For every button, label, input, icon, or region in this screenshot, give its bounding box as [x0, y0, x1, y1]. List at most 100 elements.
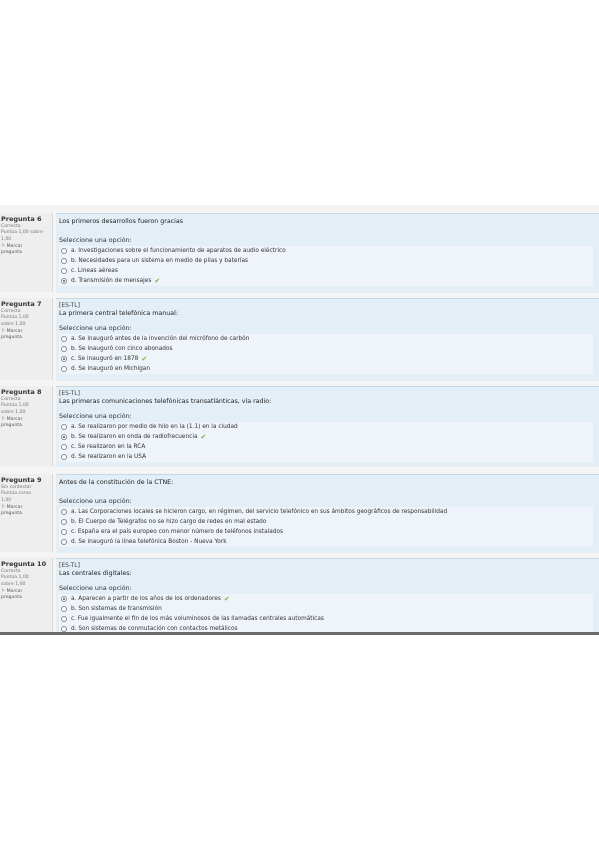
- question-content: [ES-TL] Las primeras comunicaciones tele…: [56, 386, 599, 467]
- answer-prompt: Seleccione una opción:: [59, 413, 132, 420]
- answer-option[interactable]: d. Transmisión de mensajes ✔: [59, 276, 593, 286]
- answer-option[interactable]: d. Se inauguró la línea telefónica Bosto…: [59, 537, 593, 547]
- question-grade-max: 1,00: [1, 497, 12, 503]
- question-text: Las centrales digitales:: [59, 570, 132, 577]
- flag-question-link[interactable]: ⚐ Marcar pregunta: [1, 329, 52, 340]
- question-state: Sin contestar: [1, 485, 32, 490]
- answer-option[interactable]: b. El Cuerpo de Telégrafos no se hizo ca…: [59, 517, 593, 527]
- question-7: Pregunta 7 Correcta Puntúa 1,00 sobre 1,…: [0, 298, 599, 381]
- question-info: Pregunta 9 Sin contestar Puntúa como 1,0…: [0, 474, 53, 552]
- radio-button-selected[interactable]: [61, 278, 67, 284]
- question-6: Pregunta 6 Correcta Puntúa 1,00 sobre 1,…: [0, 213, 599, 293]
- question-info: Pregunta 10 Correcta Puntúa 1,00 sobre 1…: [0, 558, 53, 635]
- radio-button[interactable]: [61, 336, 67, 342]
- answer-option[interactable]: c. Se realizaron en la RCA: [59, 442, 593, 452]
- question-content: Antes de la constitución de la CTNE: Sel…: [56, 474, 599, 553]
- question-content: [ES-TL] Las centrales digitales: Selecci…: [56, 558, 599, 635]
- question-info: Pregunta 7 Correcta Puntúa 1,00 sobre 1,…: [0, 298, 53, 380]
- radio-button[interactable]: [61, 268, 67, 274]
- radio-button[interactable]: [61, 424, 67, 430]
- answer-options: a. Investigaciones sobre el funcionamien…: [59, 246, 593, 286]
- flag-question-link[interactable]: ⚐ Marcar pregunta: [1, 417, 52, 428]
- question-number: Pregunta 10: [1, 560, 47, 568]
- question-number: Pregunta 8: [1, 388, 42, 396]
- question-info: Pregunta 8 Correcta Puntúa 1,00 sobre 1,…: [0, 386, 53, 466]
- question-grade-max: sobre 1,00: [1, 409, 26, 415]
- answer-option[interactable]: d. Se inauguró en Michigan: [59, 364, 593, 374]
- question-info: Pregunta 6 Correcta Puntúa 1,00 sobre 1,…: [0, 213, 53, 292]
- question-grade-max: sobre 1,00: [1, 581, 26, 587]
- question-tag: [ES-TL]: [59, 302, 80, 309]
- answer-option[interactable]: a. Se realizaron por medio de hilo en la…: [59, 422, 593, 432]
- radio-button[interactable]: [61, 606, 67, 612]
- answer-option[interactable]: b. Necesidades para un sistema en medio …: [59, 256, 593, 266]
- question-content: [ES-TL] La primera central telefónica ma…: [56, 298, 599, 381]
- question-10: Pregunta 10 Correcta Puntúa 1,00 sobre 1…: [0, 558, 599, 635]
- question-content: Los primeros desarrollos fueron gracias …: [56, 213, 599, 293]
- question-grade: Puntúa como: [1, 491, 32, 497]
- correct-check-icon: ✔: [200, 433, 207, 441]
- radio-button-selected[interactable]: [61, 596, 67, 602]
- radio-button[interactable]: [61, 248, 67, 254]
- question-grade: Puntúa 1,00: [1, 575, 29, 581]
- question-tag: [ES-TL]: [59, 390, 80, 397]
- radio-button[interactable]: [61, 616, 67, 622]
- flag-icon: ⚐: [1, 329, 6, 335]
- correct-check-icon: ✔: [223, 595, 230, 603]
- radio-button[interactable]: [61, 509, 67, 515]
- answer-option[interactable]: b. Son sistemas de transmisión: [59, 604, 593, 614]
- radio-button[interactable]: [61, 366, 67, 372]
- question-number: Pregunta 9: [1, 476, 42, 484]
- answer-option[interactable]: b. Se inauguró con cinco abonados: [59, 344, 593, 354]
- question-grade: Puntúa 1,00: [1, 403, 29, 409]
- answer-prompt: Seleccione una opción:: [59, 585, 132, 592]
- answer-options: a. Aparecen a partir de los años de los …: [59, 594, 593, 634]
- flag-question-link[interactable]: ⚐ Marcar pregunta: [1, 589, 52, 600]
- answer-option[interactable]: c. España era el país europeo con menor …: [59, 527, 593, 537]
- answer-option[interactable]: a. Investigaciones sobre el funcionamien…: [59, 246, 593, 256]
- flag-icon: ⚐: [1, 589, 6, 595]
- question-state: Correcta: [1, 569, 21, 574]
- answer-option[interactable]: a. Aparecen a partir de los años de los …: [59, 594, 593, 604]
- radio-button[interactable]: [61, 519, 67, 525]
- scanned-quiz-review: Pregunta 6 Correcta Puntúa 1,00 sobre 1,…: [0, 205, 599, 635]
- radio-button[interactable]: [61, 539, 67, 545]
- radio-button[interactable]: [61, 444, 67, 450]
- question-text: Las primeras comunicaciones telefónicas …: [59, 398, 272, 405]
- flag-question-link[interactable]: ⚐ Marcar pregunta: [1, 244, 52, 255]
- flag-icon: ⚐: [1, 244, 6, 250]
- answer-option[interactable]: c. Lineas aéreas: [59, 266, 593, 276]
- answer-options: a. Las Corporaciones locales se hicieron…: [59, 507, 593, 547]
- question-grade: Puntúa 1,00 sobre: [1, 230, 43, 236]
- radio-button[interactable]: [61, 454, 67, 460]
- question-9: Pregunta 9 Sin contestar Puntúa como 1,0…: [0, 474, 599, 553]
- radio-button[interactable]: [61, 529, 67, 535]
- question-text: Los primeros desarrollos fueron gracias: [59, 218, 184, 225]
- question-grade-max: sobre 1,00: [1, 321, 26, 327]
- answer-option[interactable]: b. Se realizaron en onda de radiofrecuen…: [59, 432, 593, 442]
- flag-icon: ⚐: [1, 417, 6, 423]
- question-state: Correcta: [1, 309, 21, 314]
- question-8: Pregunta 8 Correcta Puntúa 1,00 sobre 1,…: [0, 386, 599, 467]
- answer-option[interactable]: a. Se inauguró antes de la invención del…: [59, 334, 593, 344]
- correct-check-icon: ✔: [154, 277, 161, 285]
- answer-option[interactable]: c. Fue igualmente el fin de los más volu…: [59, 614, 593, 624]
- scan-edge-divider: [0, 632, 599, 635]
- question-text: La primera central telefónica manual:: [59, 310, 178, 317]
- radio-button-selected[interactable]: [61, 356, 67, 362]
- question-number: Pregunta 7: [1, 300, 42, 308]
- answer-option[interactable]: a. Las Corporaciones locales se hicieron…: [59, 507, 593, 517]
- answer-option[interactable]: d. Se realizaron en la USA: [59, 452, 593, 462]
- correct-check-icon: ✔: [141, 355, 148, 363]
- answer-prompt: Seleccione una opción:: [59, 237, 132, 244]
- answer-option[interactable]: c. Se inauguró en 1878 ✔: [59, 354, 593, 364]
- answer-options: a. Se realizaron por medio de hilo en la…: [59, 422, 593, 462]
- radio-button[interactable]: [61, 258, 67, 264]
- radio-button-selected[interactable]: [61, 434, 67, 440]
- question-grade: Puntúa 1,00: [1, 315, 29, 321]
- flag-question-link[interactable]: ⚐ Marcar pregunta: [1, 505, 52, 516]
- radio-button[interactable]: [61, 346, 67, 352]
- answer-prompt: Seleccione una opción:: [59, 498, 132, 505]
- question-state: Correcta: [1, 224, 21, 229]
- flag-icon: ⚐: [1, 505, 6, 511]
